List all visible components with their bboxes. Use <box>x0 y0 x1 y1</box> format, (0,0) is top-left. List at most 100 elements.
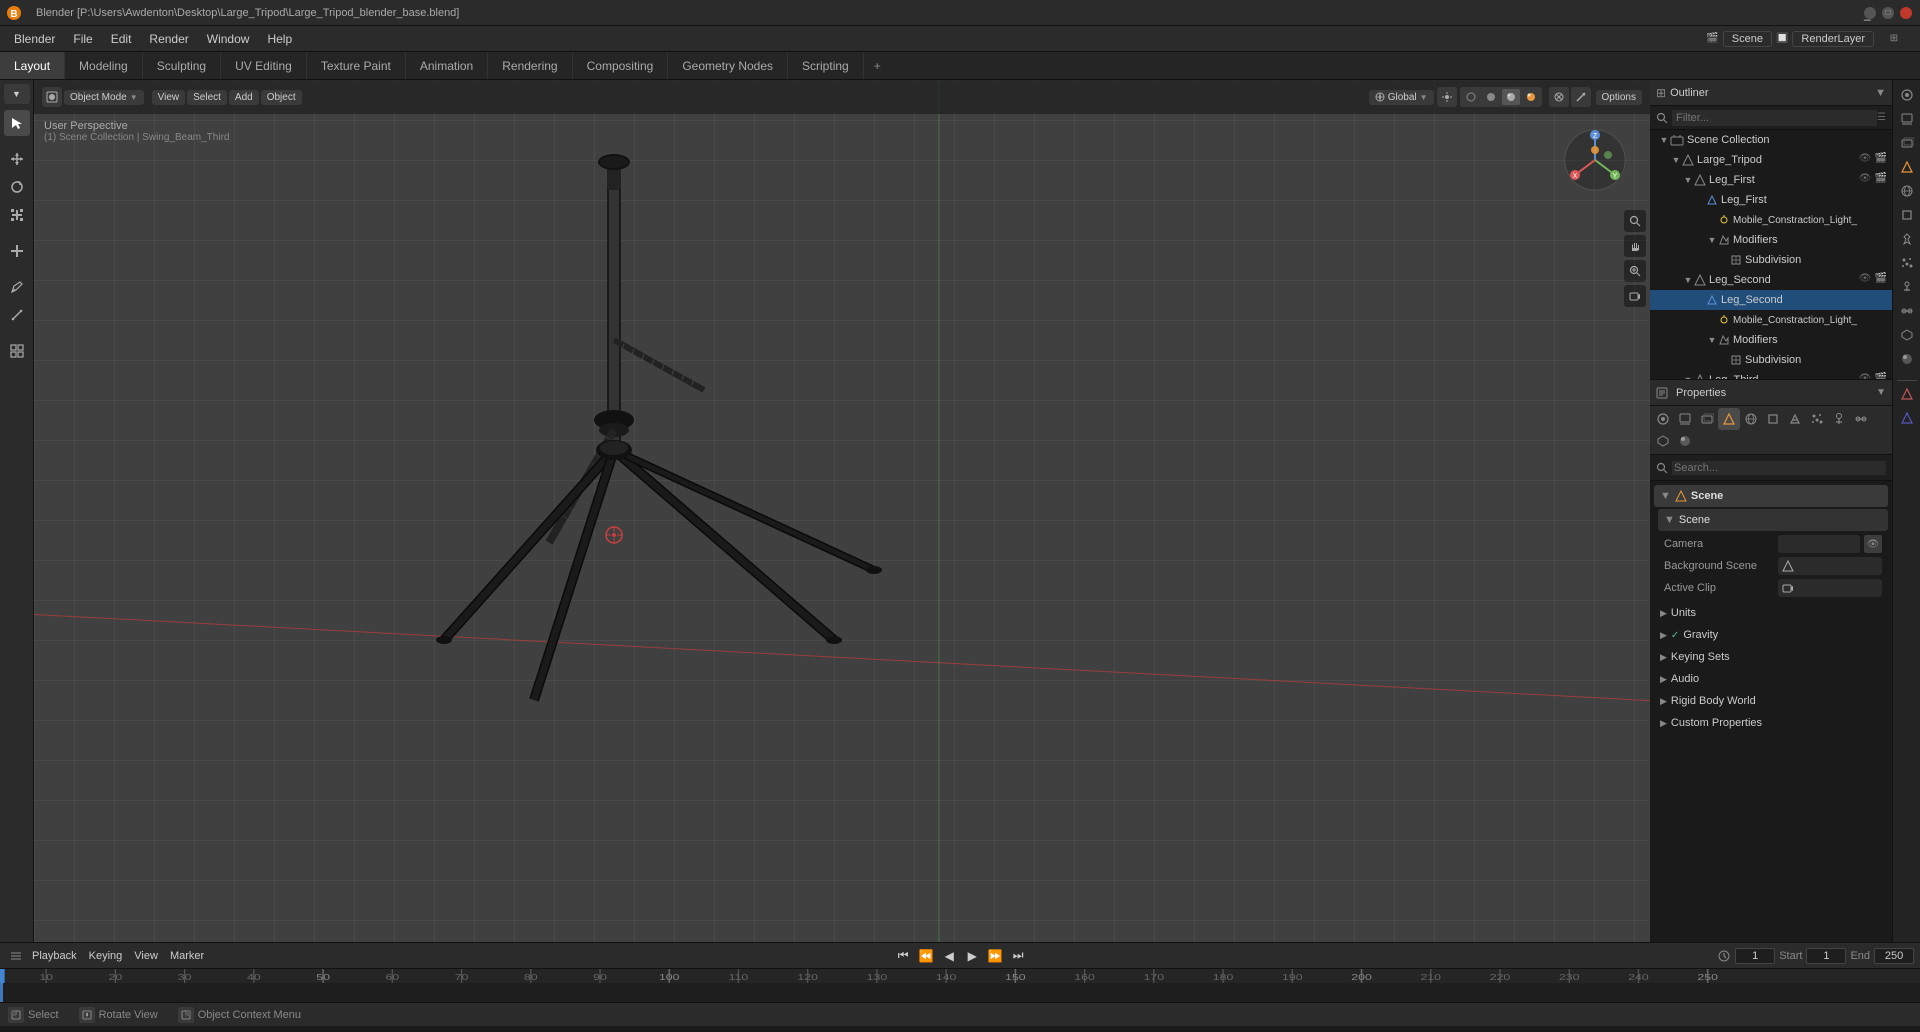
jump-end-btn[interactable]: ⏭ <box>1008 946 1028 966</box>
vis-render-icon[interactable]: 🎬 <box>1874 173 1888 187</box>
props-object-icon[interactable] <box>1762 408 1784 430</box>
tool-annotate[interactable] <box>4 274 30 300</box>
material-mode[interactable] <box>1502 89 1520 105</box>
tab-layout[interactable]: Layout <box>0 52 65 79</box>
active-clip-value[interactable] <box>1778 579 1882 597</box>
tree-item-leg-first-col[interactable]: ▼ Leg_First 👁 🎬 <box>1650 170 1892 190</box>
outliner-filter-icon[interactable]: ▼ <box>1875 87 1886 99</box>
sidebar-scene-icon[interactable] <box>1896 156 1918 178</box>
menu-file[interactable]: File <box>65 30 100 48</box>
props-view-layer-icon[interactable] <box>1696 408 1718 430</box>
sidebar-object-icon[interactable] <box>1896 204 1918 226</box>
timeline-ruler[interactable]: 10 20 30 40 50 60 70 80 90 100 <box>0 969 1920 1002</box>
sidebar-object-data-icon[interactable] <box>1896 383 1918 405</box>
background-scene-value[interactable] <box>1778 557 1882 575</box>
tree-item-subdivision-2[interactable]: Subdivision <box>1650 350 1892 370</box>
menu-render[interactable]: Render <box>141 30 196 48</box>
menu-help[interactable]: Help <box>259 30 300 48</box>
tree-item-leg-second-col[interactable]: ▼ Leg_Second 👁 🎬 <box>1650 270 1892 290</box>
props-physics-icon[interactable] <box>1828 408 1850 430</box>
props-search-input[interactable] <box>1672 461 1886 475</box>
view-menu[interactable]: View <box>152 90 186 105</box>
props-material-icon[interactable] <box>1674 430 1696 452</box>
sidebar-material-icon[interactable] <box>1896 348 1918 370</box>
tab-rendering[interactable]: Rendering <box>488 52 572 79</box>
props-world-icon[interactable] <box>1740 408 1762 430</box>
keying-menu[interactable]: Keying <box>89 950 123 962</box>
scene-inner-header[interactable]: ▼ Scene <box>1658 509 1888 531</box>
sidebar-render-icon[interactable] <box>1896 84 1918 106</box>
tree-item-modifiers-1[interactable]: ▼ Modifiers <box>1650 230 1892 250</box>
hand-icon[interactable] <box>1624 235 1646 257</box>
tree-item-leg-second-obj[interactable]: Leg_Second <box>1650 290 1892 310</box>
tree-item-subdivision-1[interactable]: Subdivision <box>1650 250 1892 270</box>
jump-start-btn[interactable]: ⏮ <box>893 946 913 966</box>
maximize-btn[interactable]: □ <box>1882 7 1894 19</box>
step-forward-btn[interactable]: ⏩ <box>985 946 1005 966</box>
tool-select[interactable] <box>4 110 30 136</box>
object-mode-dropdown[interactable]: Object Mode ▼ <box>64 90 144 105</box>
tool-rotate[interactable] <box>4 174 30 200</box>
vis-eye-icon[interactable]: 👁 <box>1858 153 1872 167</box>
camera-icon[interactable] <box>1624 285 1646 307</box>
custom-properties-header[interactable]: ▶ Custom Properties <box>1654 713 1888 733</box>
props-modifier-icon[interactable] <box>1784 408 1806 430</box>
sidebar-modifier-icon[interactable] <box>1896 228 1918 250</box>
options-button[interactable]: Options <box>1596 90 1642 105</box>
workspace-icon[interactable]: ⊞ <box>1884 29 1904 49</box>
solid-mode[interactable] <box>1482 89 1500 105</box>
tab-compositing[interactable]: Compositing <box>573 52 669 79</box>
tree-item-leg-first-obj[interactable]: Leg_First <box>1650 190 1892 210</box>
props-data-icon[interactable] <box>1652 430 1674 452</box>
props-constraints-icon[interactable] <box>1850 408 1872 430</box>
keying-sets-header[interactable]: ▶ Keying Sets <box>1654 647 1888 667</box>
sidebar-physics-icon[interactable] <box>1896 276 1918 298</box>
current-frame-input[interactable] <box>1735 948 1775 964</box>
camera-value[interactable] <box>1778 535 1860 553</box>
props-output-icon[interactable] <box>1674 408 1696 430</box>
tool-measure[interactable] <box>4 302 30 328</box>
vis-eye-icon[interactable]: 👁 <box>1858 273 1872 287</box>
tab-modeling[interactable]: Modeling <box>65 52 143 79</box>
viewport-3d[interactable]: Object Mode ▼ View Select Add Object Glo… <box>34 80 1650 942</box>
vis-eye-icon[interactable]: 👁 <box>1858 173 1872 187</box>
global-dropdown[interactable]: Global ▼ <box>1369 90 1434 105</box>
props-render-icon[interactable] <box>1652 408 1674 430</box>
tree-item-modifiers-2[interactable]: ▼ Modifiers <box>1650 330 1892 350</box>
marker-menu[interactable]: Marker <box>170 950 204 962</box>
tool-move[interactable] <box>4 146 30 172</box>
snap-toggle[interactable] <box>1437 87 1457 107</box>
props-particles-icon[interactable] <box>1806 408 1828 430</box>
tab-animation[interactable]: Animation <box>406 52 488 79</box>
sidebar-data-icon[interactable] <box>1896 324 1918 346</box>
props-filter-icon[interactable]: ▼ <box>1876 387 1886 398</box>
tool-add[interactable] <box>4 338 30 364</box>
vis-render-icon[interactable]: 🎬 <box>1874 273 1888 287</box>
tab-scripting[interactable]: Scripting <box>788 52 864 79</box>
step-back-btn[interactable]: ⏪ <box>916 946 936 966</box>
vis-eye-icon[interactable]: 👁 <box>1858 373 1872 380</box>
tree-item-leg-third-col[interactable]: ▼ Leg_Third 👁 🎬 <box>1650 370 1892 380</box>
vis-render-icon[interactable]: 🎬 <box>1874 153 1888 167</box>
tab-texture-paint[interactable]: Texture Paint <box>307 52 406 79</box>
gravity-header[interactable]: ▶ ✓ Gravity <box>1654 625 1888 645</box>
scene-dropdown[interactable]: Scene <box>1723 31 1772 47</box>
audio-header[interactable]: ▶ Audio <box>1654 669 1888 689</box>
props-scene-icon[interactable] <box>1718 408 1740 430</box>
timeline-editor-icon[interactable] <box>6 946 26 966</box>
search-viewport-icon[interactable] <box>1624 210 1646 232</box>
sidebar-constraints-icon[interactable] <box>1896 300 1918 322</box>
end-frame-input[interactable] <box>1874 948 1914 964</box>
wireframe-mode[interactable] <box>1462 89 1480 105</box>
tree-item-large-tripod[interactable]: ▼ Large_Tripod 👁 🎬 <box>1650 150 1892 170</box>
close-btn[interactable] <box>1900 7 1912 19</box>
select-menu[interactable]: Select <box>187 90 227 105</box>
tool-transform[interactable] <box>4 238 30 264</box>
object-menu[interactable]: Object <box>261 90 302 105</box>
tab-geometry-nodes[interactable]: Geometry Nodes <box>668 52 788 79</box>
sidebar-particles-icon[interactable] <box>1896 252 1918 274</box>
play-btn[interactable]: ▶ <box>962 946 982 966</box>
outliner-filter-options[interactable]: ☰ <box>1877 112 1886 123</box>
tab-sculpting[interactable]: Sculpting <box>143 52 221 79</box>
overlay-toggle[interactable] <box>1549 87 1569 107</box>
